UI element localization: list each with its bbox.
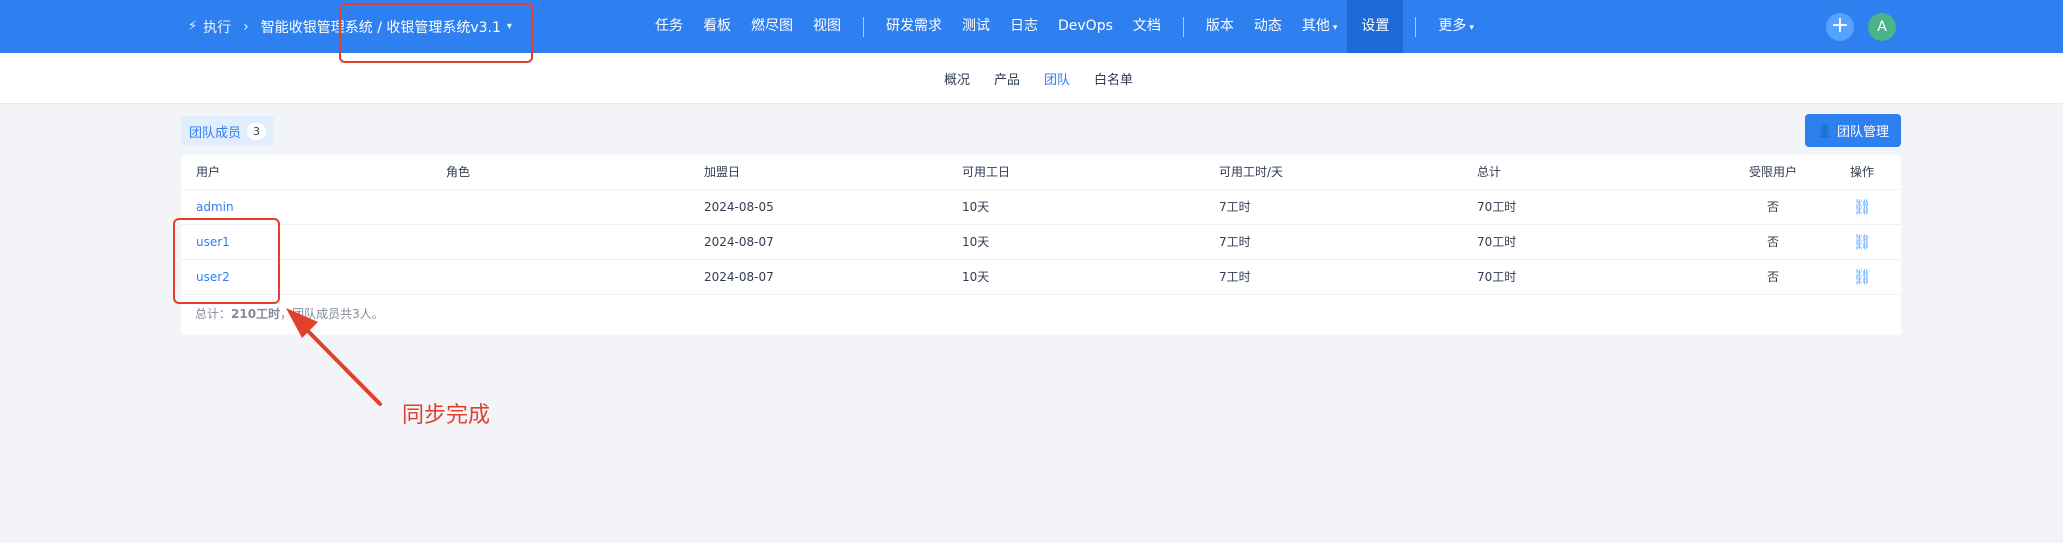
annotation-arrow-icon (286, 308, 382, 406)
annotation-label: 同步完成 (402, 403, 491, 428)
